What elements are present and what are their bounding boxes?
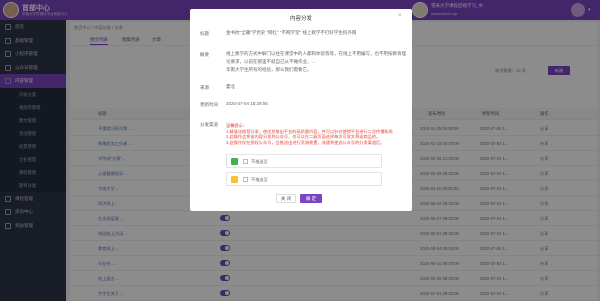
value-update-time: 2020-07-04 18:29:06 [226,101,268,106]
notice-line: 2.此操作会将该内容分发到公众号，也可以在二级页面选择每次可发文章或商品的。 [226,134,381,139]
value-summary-line2: 华南大学生所有的经验，那么我们需要它。 [226,67,312,72]
close-icon[interactable]: × [398,13,402,19]
label-summary: 概要 [200,52,209,57]
value-summary: 线上教学的方式中解门以往在课堂中的人都和体验等等，在线上不用编写，也不用按教育理… [226,51,406,64]
close-button[interactable]: 关 闭 [276,194,296,203]
value-title: 金书抗"全疆"学党史 "网红" "不网学堂" 线上教学不打好学生校外网 [226,30,357,35]
platform-label: 不推送至 [251,177,268,182]
confirm-button[interactable]: 确 定 [300,194,322,203]
label-distribute: 分发渠道 [200,122,218,127]
dialog-title: 内容分发 [289,16,312,22]
checkbox[interactable] [243,159,248,164]
label-title: 标题 [200,31,209,36]
platform-wechat[interactable]: 不推送至 [226,154,382,168]
label-source: 来源 [200,85,209,90]
value-source: 霍北 [226,84,235,89]
distribute-dialog: 内容分发 × 标题 金书抗"全疆"学党史 "网红" "不网学堂" 线上教学不打好… [190,9,412,211]
weibo-icon [231,176,238,183]
platform-label: 不推送至 [251,159,268,164]
label-update-time: 更新时间 [200,102,218,107]
wechat-icon [231,158,238,165]
notice-text: 温馨提示： 1.精准化推荐分发，使优质推出平台的高质量内容，并可以针对使得平台进… [226,123,406,145]
checkbox[interactable] [243,177,248,182]
platform-weibo[interactable]: 不推送至 [226,172,382,186]
notice-line: 3.此操作仅在授权公众号，会推送出进行资源装置，流通到使选公众号的分发渠道后。 [226,139,385,145]
